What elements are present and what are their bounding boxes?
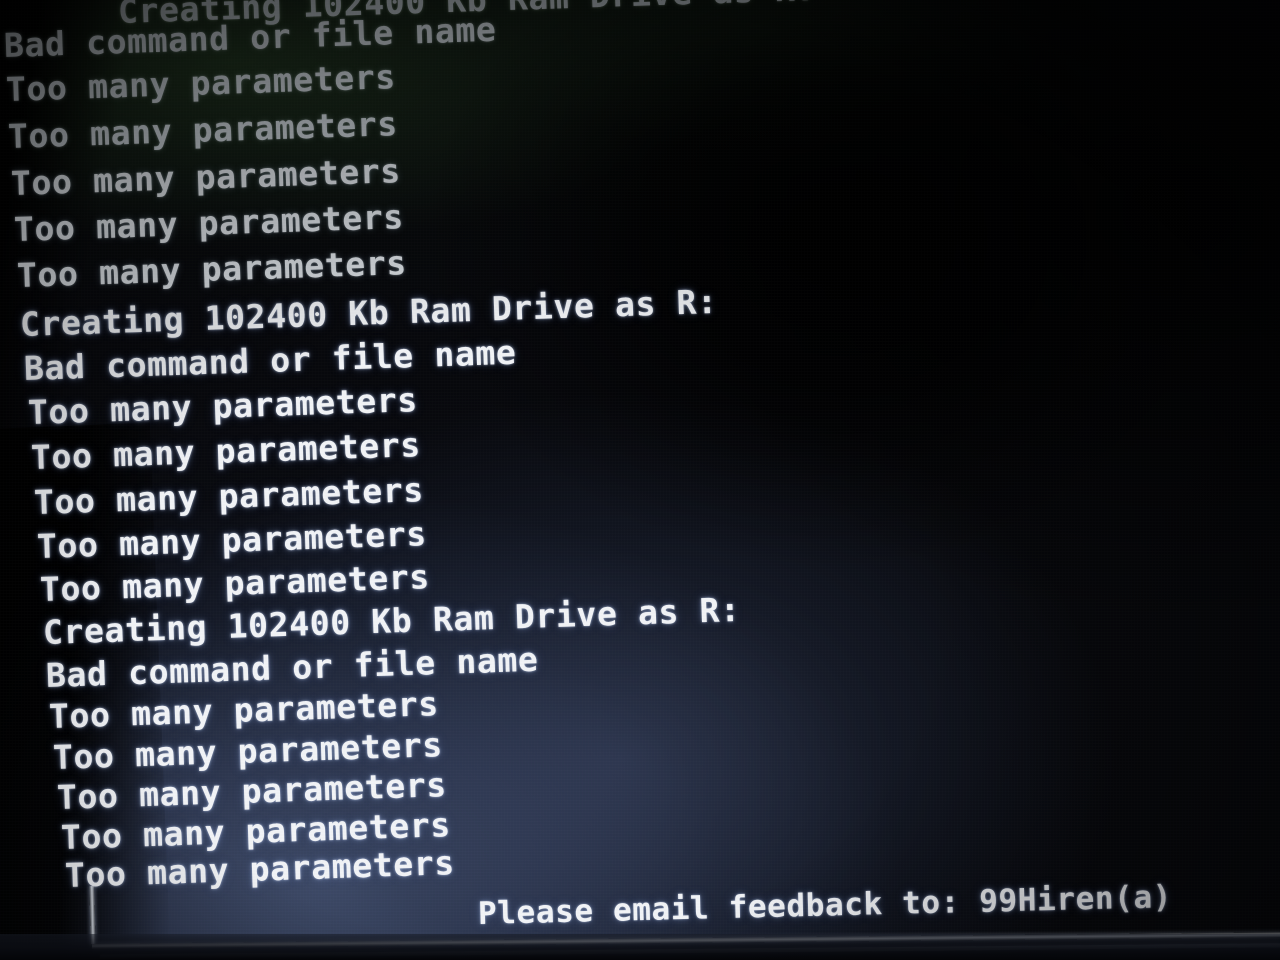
console-output: Creating 102400 Kb Ram Drive as R:Bad co… — [0, 0, 1280, 960]
console-line: Too many parameters — [27, 380, 419, 432]
console-line: Too many parameters — [5, 57, 397, 109]
monitor-photo: Creating 102400 Kb Ram Drive as R:Bad co… — [0, 0, 1280, 960]
console-line: Too many parameters — [16, 243, 408, 295]
console-line: Too many parameters — [30, 425, 422, 477]
console-line: Too many parameters — [13, 197, 405, 249]
console-line: Too many parameters — [33, 470, 425, 522]
monitor-bottom-edge — [0, 934, 1280, 960]
console-line: Too many parameters — [10, 151, 402, 203]
console-line: Bad command or file name — [3, 9, 498, 65]
console-line: Too many parameters — [7, 104, 399, 156]
